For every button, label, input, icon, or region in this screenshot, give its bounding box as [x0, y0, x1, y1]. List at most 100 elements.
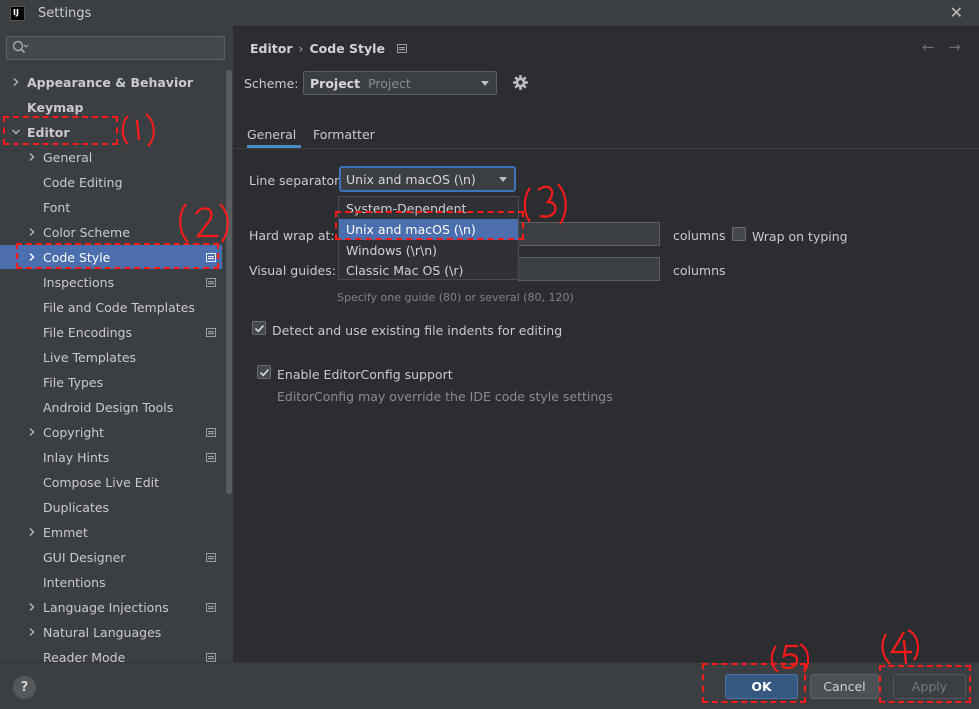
editorconfig-checkbox[interactable] [257, 365, 271, 379]
chevron-right-icon[interactable] [27, 602, 37, 612]
sidebar-item-font[interactable]: Font [0, 195, 222, 219]
project-level-icon [206, 253, 216, 262]
sidebar-item-file-encodings[interactable]: File Encodings [0, 320, 222, 344]
sidebar-item-editor[interactable]: Editor [0, 120, 222, 144]
detect-indents-label[interactable]: Detect and use existing file indents for… [272, 323, 562, 338]
chevron-right-icon[interactable] [27, 527, 37, 537]
sidebar-item-live-templates[interactable]: Live Templates [0, 345, 222, 369]
sidebar-item-label: Live Templates [43, 349, 137, 365]
sidebar-item-label: General [43, 149, 93, 165]
checkmark-icon [259, 368, 270, 377]
sidebar-item-keymap[interactable]: Keymap [0, 95, 222, 119]
option-system-dependent[interactable]: System-Dependent [339, 198, 518, 219]
chevron-right-icon[interactable] [27, 152, 37, 162]
sidebar-item-inspections[interactable]: Inspections [0, 270, 222, 294]
scheme-subtitle: Project [368, 75, 411, 91]
sidebar-item-inlay-hints[interactable]: Inlay Hints [0, 445, 222, 469]
chevron-right-icon[interactable] [27, 627, 37, 637]
sidebar-item-code-editing[interactable]: Code Editing [0, 170, 222, 194]
line-separator-options: System-Dependent Unix and macOS (\n) Win… [338, 196, 519, 280]
breadcrumb-editor[interactable]: Editor [250, 41, 293, 56]
sidebar-item-appearance-and-behavior[interactable]: Appearance & Behavior [0, 70, 222, 94]
sidebar-item-duplicates[interactable]: Duplicates [0, 495, 222, 519]
project-level-icon [206, 428, 216, 437]
chevron-right-icon[interactable] [27, 427, 37, 437]
tab-general[interactable]: General [247, 124, 301, 148]
forward-arrow-icon[interactable]: → [948, 38, 961, 56]
sidebar-item-label: Language Injections [43, 599, 169, 615]
history-navigation: ← → [922, 38, 961, 56]
project-level-icon [206, 278, 216, 287]
sidebar-item-reader-mode[interactable]: Reader Mode [0, 645, 222, 662]
visual-guides-hint: Specify one guide (80) or several (80, 1… [337, 291, 574, 304]
sidebar-item-label: Keymap [27, 99, 84, 115]
scheme-label: Scheme: [244, 76, 299, 91]
sidebar-scrollbar-thumb[interactable] [226, 70, 232, 494]
tab-bar: General Formatter [233, 122, 979, 149]
gear-icon[interactable] [512, 74, 529, 91]
sidebar-item-label: Appearance & Behavior [27, 74, 193, 90]
sidebar-item-file-and-code-templates[interactable]: File and Code Templates [0, 295, 222, 319]
project-level-icon [206, 653, 216, 662]
sidebar-item-code-style[interactable]: Code Style [0, 245, 222, 269]
option-windows[interactable]: Windows (\r\n) [339, 240, 518, 261]
chevron-down-icon[interactable] [11, 127, 21, 137]
apply-button[interactable]: Apply [893, 674, 966, 699]
sidebar-item-gui-designer[interactable]: GUI Designer [0, 545, 222, 569]
hard-wrap-label: Hard wrap at: [249, 228, 335, 243]
wrap-on-typing-checkbox[interactable] [732, 227, 746, 241]
back-arrow-icon[interactable]: ← [922, 38, 935, 56]
project-level-icon [206, 603, 216, 612]
sidebar-item-file-types[interactable]: File Types [0, 370, 222, 394]
hard-wrap-units: columns [673, 228, 726, 243]
project-level-icon [396, 44, 407, 53]
sidebar-item-label: File Encodings [43, 324, 133, 340]
sidebar-item-compose-live-edit[interactable]: Compose Live Edit [0, 470, 222, 494]
close-icon[interactable]: ✕ [950, 3, 963, 22]
settings-search[interactable] [6, 36, 225, 60]
option-unix-macos[interactable]: Unix and macOS (\n) [339, 219, 518, 240]
sidebar-item-natural-languages[interactable]: Natural Languages [0, 620, 222, 644]
sidebar-item-android-design-tools[interactable]: Android Design Tools [0, 395, 222, 419]
sidebar-item-label: Editor [27, 124, 70, 140]
scheme-dropdown[interactable]: Project Project [303, 71, 497, 95]
sidebar-item-label: Inlay Hints [43, 449, 110, 465]
sidebar-item-label: File and Code Templates [43, 299, 195, 315]
option-classic-mac[interactable]: Classic Mac OS (\r) [339, 260, 518, 281]
sidebar-item-emmet[interactable]: Emmet [0, 520, 222, 544]
sidebar-item-label: Code Editing [43, 174, 123, 190]
tab-formatter[interactable]: Formatter [313, 124, 375, 148]
help-icon[interactable]: ? [13, 676, 36, 699]
chevron-right-icon[interactable] [11, 77, 21, 87]
line-separator-dropdown[interactable]: Unix and macOS (\n) [339, 166, 516, 192]
chevron-down-icon [499, 177, 507, 182]
sidebar-item-label: Inspections [43, 274, 115, 290]
visual-guides-label: Visual guides: [249, 263, 336, 278]
visual-guides-input[interactable] [518, 257, 660, 281]
editorconfig-label[interactable]: Enable EditorConfig support [277, 367, 453, 382]
ok-button[interactable]: OK [725, 674, 798, 699]
app-logo-icon: IJ [10, 5, 25, 21]
sidebar-item-label: Duplicates [43, 499, 110, 515]
sidebar-item-general[interactable]: General [0, 145, 222, 169]
sidebar-item-color-scheme[interactable]: Color Scheme [0, 220, 222, 244]
sidebar-item-language-injections[interactable]: Language Injections [0, 595, 222, 619]
sidebar-item-intentions[interactable]: Intentions [0, 570, 222, 594]
hard-wrap-input[interactable] [518, 222, 660, 246]
settings-sidebar: Appearance & Behavior Keymap Editor General… [0, 26, 233, 662]
sidebar-item-label: Natural Languages [43, 624, 162, 640]
sidebar-item-label: Intentions [43, 574, 106, 590]
editorconfig-hint: EditorConfig may override the IDE code s… [277, 389, 613, 404]
wrap-on-typing-label[interactable]: Wrap on typing [752, 229, 848, 244]
sidebar-item-label: Color Scheme [43, 224, 130, 240]
search-icon [12, 40, 29, 54]
sidebar-item-copyright[interactable]: Copyright [0, 420, 222, 444]
breadcrumb-code-style: Code Style [309, 41, 385, 56]
sidebar-item-label: File Types [43, 374, 104, 390]
chevron-right-icon[interactable] [27, 252, 37, 262]
cancel-button[interactable]: Cancel [810, 674, 879, 699]
chevron-right-icon[interactable] [27, 227, 37, 237]
sidebar-item-label: Emmet [43, 524, 88, 540]
search-input[interactable] [31, 39, 221, 57]
detect-indents-checkbox[interactable] [252, 321, 266, 335]
